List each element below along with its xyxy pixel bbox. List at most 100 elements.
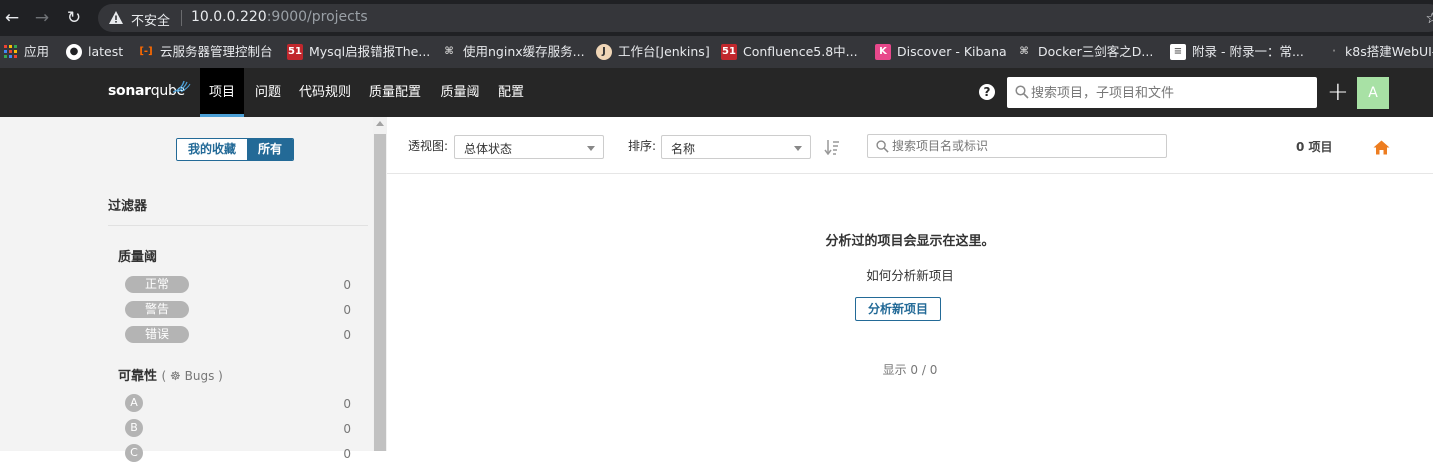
bookmark-item[interactable]: · k8s搭建WebUI- <box>1329 43 1433 61</box>
facet-count: 0 <box>343 447 351 461</box>
facet-count: 0 <box>343 328 351 342</box>
chevron-down-icon <box>794 146 802 151</box>
sidebar-scrollbar[interactable] <box>373 117 387 451</box>
subtitle-close: ) <box>214 369 223 383</box>
scroll-up-arrow-icon[interactable] <box>376 121 384 126</box>
quality-gate-warning-filter[interactable]: 警告 <box>125 301 189 318</box>
bookmark-item[interactable]: ⌘ Docker三剑客之D... <box>1016 43 1153 61</box>
bookmark-item[interactable]: J 工作台[Jenkins] <box>596 43 710 61</box>
url-separator <box>181 10 182 26</box>
url-host: 10.0.0.220 <box>191 9 267 25</box>
quality-gate-facet-title: 质量阈 <box>118 250 158 265</box>
reliability-rating-c-filter[interactable]: C <box>125 444 143 462</box>
bookmark-label: Confluence5.8中... <box>743 44 858 59</box>
help-icon[interactable]: ? <box>979 84 995 100</box>
nav-rules[interactable]: 代码规则 <box>296 68 354 117</box>
perspective-label: 透视图: <box>408 139 449 153</box>
nav-quality-gates[interactable]: 质量阈 <box>437 68 483 117</box>
apps-grid-icon <box>4 45 17 58</box>
bookmark-item[interactable]: ⌘ 使用nginx缓存服务... <box>441 43 585 61</box>
reliability-rating-a-filter[interactable]: A <box>125 394 143 412</box>
doc-icon: ≡ <box>1170 44 1186 60</box>
reliability-rating-b-filter[interactable]: B <box>125 419 143 437</box>
nav-projects[interactable]: 项目 <box>200 68 244 117</box>
quality-gate-passed-filter[interactable]: 正常 <box>125 276 189 293</box>
sonar-waves-icon <box>172 80 191 93</box>
perspective-value: 总体状态 <box>464 142 513 156</box>
sort-order-icon[interactable] <box>824 139 840 155</box>
how-to-analyze-text: 如何分析新项目 <box>866 268 954 283</box>
sort-label: 排序: <box>628 139 657 153</box>
github-icon: ● <box>66 44 82 60</box>
warning-icon <box>109 11 123 24</box>
logo-text-bold: sonar <box>108 83 151 99</box>
back-arrow-icon[interactable]: ← <box>3 9 21 27</box>
url-text: 10.0.0.220:9000/projects <box>191 9 368 25</box>
bookmark-item[interactable]: K Discover - Kibana <box>875 43 1007 61</box>
bugs-label: Bugs <box>184 369 215 383</box>
bookmark-item[interactable]: ≡ 附录 - 附录一：常... <box>1170 43 1304 61</box>
nav-administration[interactable]: 配置 <box>495 68 527 117</box>
project-search[interactable] <box>867 134 1167 158</box>
project-search-input[interactable] <box>892 135 1162 157</box>
scrollbar-thumb[interactable] <box>374 134 386 451</box>
bookmark-item[interactable]: 51 Confluence5.8中... <box>721 43 858 61</box>
sort-select[interactable]: 名称 <box>661 135 811 159</box>
bookmark-label: Mysql启报错报The... <box>309 44 431 59</box>
security-label: 不安全 <box>131 14 171 29</box>
create-plus-icon[interactable]: + <box>1327 79 1349 105</box>
nav-quality-profiles[interactable]: 质量配置 <box>366 68 424 117</box>
divider <box>108 225 368 226</box>
bookmark-label: Docker三剑客之D... <box>1038 44 1154 59</box>
quality-gate-error-filter[interactable]: 错误 <box>125 326 189 343</box>
bookmarks-bar: 应用 ● latest [-] 云服务器管理控制台 51 Mysql启报错报Th… <box>0 36 1433 68</box>
toggle-favorites[interactable]: 我的收藏 <box>177 139 248 160</box>
top-navigation: sonarqube 项目 问题 代码规则 质量配置 质量阈 配置 ? + A <box>0 68 1433 117</box>
51cto-icon: 51 <box>721 44 737 60</box>
bookmark-star-icon[interactable]: ☆ <box>1426 9 1433 27</box>
nav-issues[interactable]: 问题 <box>250 68 286 117</box>
shown-count: 显示 0 / 0 <box>882 363 938 377</box>
rocket-icon: ⌘ <box>444 46 454 57</box>
global-search-input[interactable] <box>1031 77 1311 108</box>
perspective-select[interactable]: 总体状态 <box>454 135 604 159</box>
facet-count: 0 <box>343 303 351 317</box>
reliability-title: 可靠性 <box>118 369 158 384</box>
user-avatar[interactable]: A <box>1357 77 1389 109</box>
global-search[interactable] <box>1007 77 1317 108</box>
search-icon <box>876 140 889 153</box>
home-icon[interactable] <box>1373 140 1390 155</box>
jenkins-icon: J <box>596 44 612 60</box>
facet-count: 0 <box>343 278 351 292</box>
reliability-facet-title: 可靠性 ( ☸ Bugs ) <box>118 365 223 384</box>
bookmark-item[interactable]: 51 Mysql启报错报The... <box>287 43 430 61</box>
project-count: 0 项目 <box>1296 140 1333 154</box>
browser-address-bar: ← → ↻ 不安全 10.0.0.220:9000/projects ☆ <box>0 0 1433 36</box>
favorites-all-toggle: 我的收藏 所有 <box>176 138 295 161</box>
bookmark-label: Discover - Kibana <box>897 44 1007 59</box>
bookmark-label: 使用nginx缓存服务... <box>463 44 585 59</box>
reload-icon[interactable]: ↻ <box>65 9 83 27</box>
projects-main: 透视图: 总体状态 排序: 名称 0 项目 <box>387 117 1433 451</box>
bookmark-label: latest <box>88 44 124 59</box>
facet-count: 0 <box>343 422 351 436</box>
search-icon <box>1015 85 1029 99</box>
page-icon: · <box>1332 46 1336 57</box>
empty-state-title: 分析过的项目会显示在这里。 <box>825 234 995 249</box>
toggle-all[interactable]: 所有 <box>247 139 294 160</box>
aliyun-icon: [-] <box>139 46 153 57</box>
bookmark-label: 应用 <box>24 44 50 59</box>
chevron-down-icon <box>587 146 595 151</box>
bug-icon: ☸ <box>170 369 181 383</box>
bookmark-item[interactable]: ● latest <box>66 43 123 61</box>
bookmark-item[interactable]: 应用 <box>4 43 49 61</box>
51cto-icon: 51 <box>287 44 303 60</box>
url-field[interactable]: 不安全 10.0.0.220:9000/projects ☆ <box>98 4 1433 32</box>
facet-count: 0 <box>343 397 351 411</box>
bookmark-item[interactable]: [-] 云服务器管理控制台 <box>138 43 273 61</box>
bookmark-label: 云服务器管理控制台 <box>160 44 273 59</box>
bookmark-label: k8s搭建WebUI- <box>1345 44 1433 59</box>
kibana-icon: K <box>875 44 891 60</box>
forward-arrow-icon[interactable]: → <box>33 9 51 27</box>
analyze-new-project-button[interactable]: 分析新项目 <box>855 297 941 321</box>
